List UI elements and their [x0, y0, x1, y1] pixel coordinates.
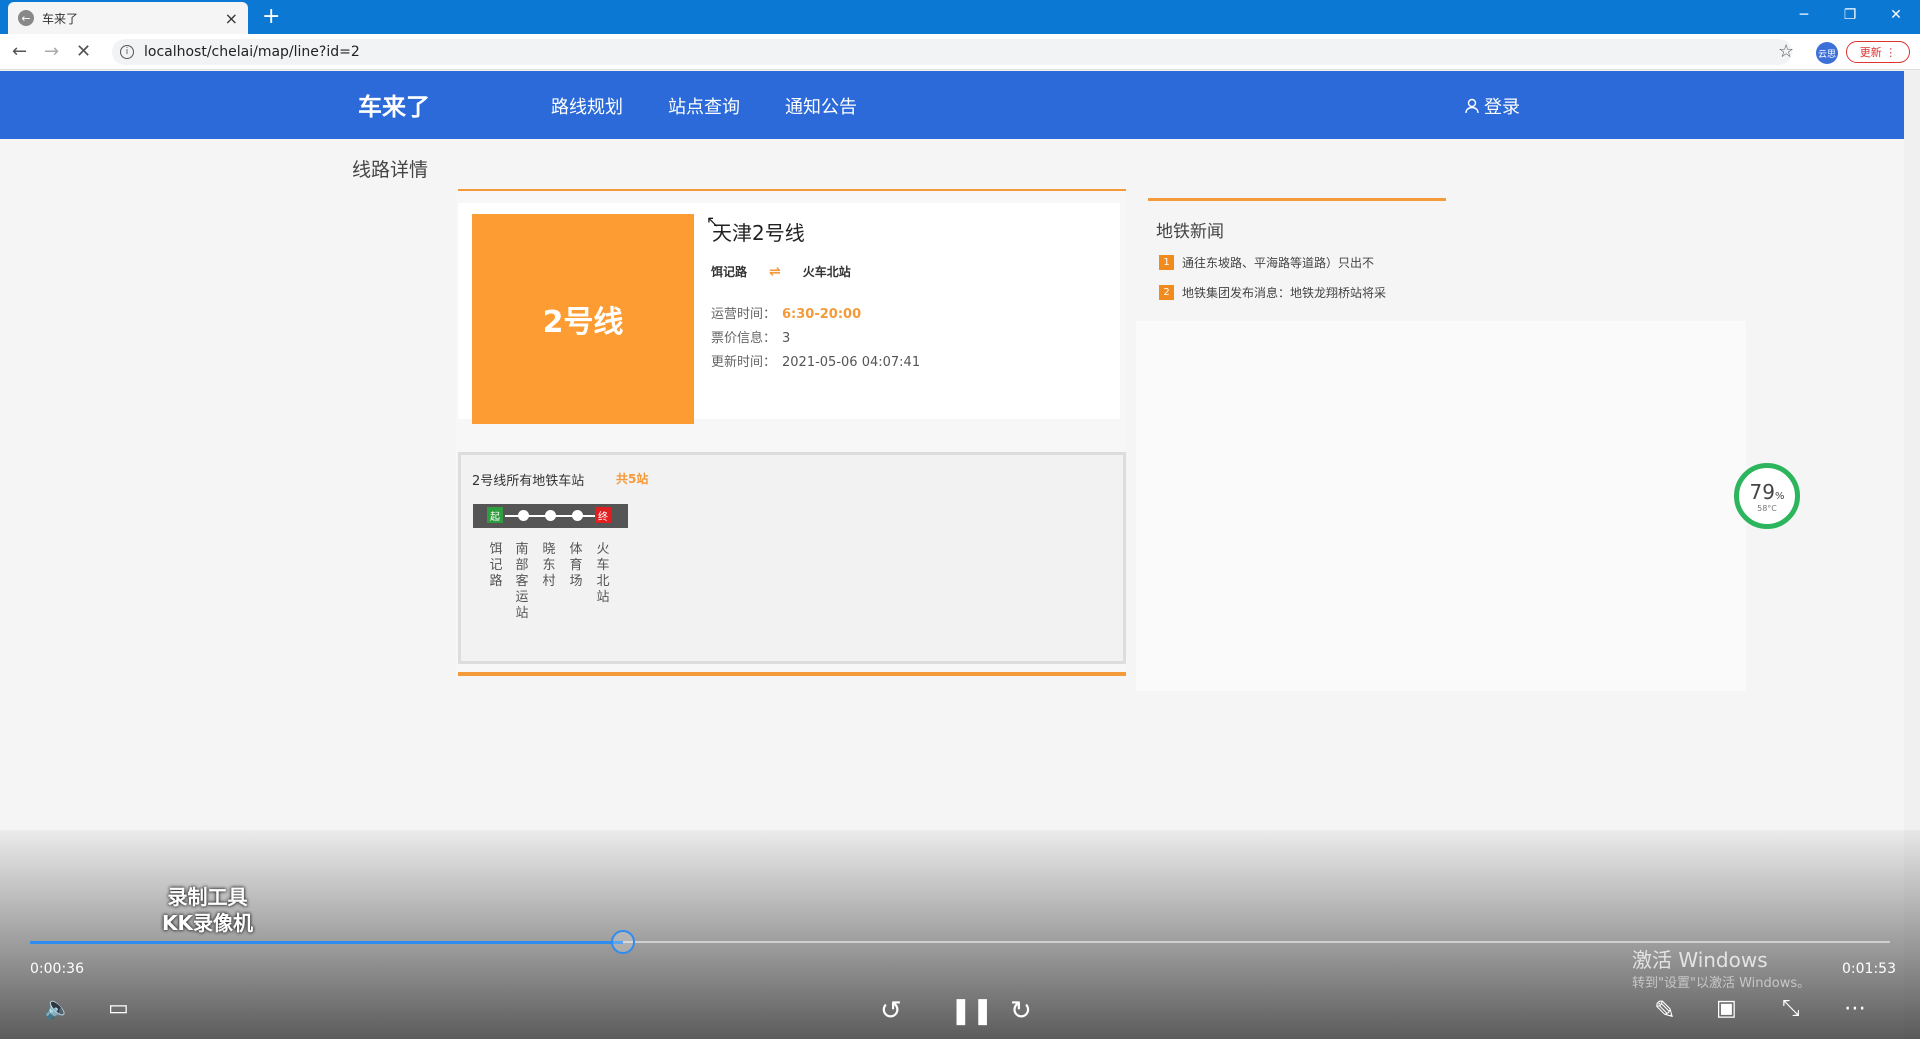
minimize-icon[interactable]: ─ — [1782, 0, 1826, 30]
window-close-icon[interactable]: ✕ — [1874, 0, 1918, 30]
stop-loading-icon[interactable]: ✕ — [76, 41, 91, 62]
more-options-icon[interactable]: ⋯ — [1844, 996, 1866, 1021]
fare-label: 票价信息： — [711, 331, 777, 346]
updated-label: 更新时间： — [711, 355, 777, 370]
browser-tab-bar: ← 车来了 × + ─ ❐ ✕ — [0, 0, 1920, 34]
news-item[interactable]: 2 地铁集团发布消息：地铁龙翔桥站将采 — [1159, 284, 1386, 301]
update-label: 更新 — [1859, 46, 1882, 59]
address-bar: ← → ✕ i localhost/chelai/map/line?id=2 ☆… — [0, 34, 1920, 70]
url-field[interactable]: i localhost/chelai/map/line?id=2 — [112, 39, 1792, 65]
total-time: 0:01:53 — [1842, 961, 1896, 977]
forward-arrow-icon[interactable]: → — [44, 41, 59, 62]
route-endpoints: 饵记路 ⇌ 火车北站 — [711, 263, 851, 280]
hours-value: 6:30-20:00 — [782, 307, 862, 322]
station-name[interactable]: 南部客运站 — [515, 542, 529, 622]
rewind-10-icon[interactable]: ↺ — [880, 996, 902, 1026]
page-title: 线路详情 — [352, 159, 429, 181]
exit-fullscreen-icon[interactable]: ⤡ — [1782, 996, 1800, 1021]
site-header: 车来了 路线规划 站点查询 通知公告 登录 — [0, 71, 1904, 139]
stations-count: 共5站 — [616, 472, 649, 486]
recorder-watermark: 录制工具 KK录像机 — [162, 885, 253, 935]
gauge-temperature: 58°C — [1757, 503, 1777, 513]
subtitles-icon[interactable]: ▭ — [108, 996, 129, 1021]
news-number: 1 — [1159, 255, 1174, 270]
updated-value: 2021-05-06 04:07:41 — [782, 355, 921, 370]
current-time: 0:00:36 — [30, 961, 84, 977]
divider — [458, 189, 1126, 191]
mini-view-icon[interactable]: ▣ — [1716, 996, 1737, 1021]
nav-station-search[interactable]: 站点查询 — [668, 93, 740, 119]
gauge-percent: 79% — [1749, 479, 1785, 504]
route-start: 饵记路 — [711, 265, 748, 279]
login-link[interactable]: 登录 — [1464, 93, 1520, 119]
user-icon — [1465, 98, 1479, 114]
mouse-cursor-icon: ↖ — [706, 212, 720, 231]
station-dot[interactable] — [572, 510, 583, 521]
station-dot[interactable] — [545, 510, 556, 521]
forward-30-icon[interactable]: ↻ — [1010, 996, 1032, 1026]
end-tag: 终 — [595, 507, 611, 523]
stations-heading: 2号线所有地铁车站 — [472, 474, 585, 489]
news-text: 地铁集团发布消息：地铁龙翔桥站将采 — [1182, 286, 1387, 300]
activate-windows-title: 激活 Windows — [1632, 948, 1768, 972]
login-label: 登录 — [1484, 97, 1520, 118]
start-tag: 起 — [487, 507, 503, 523]
nav-announcements[interactable]: 通知公告 — [785, 93, 857, 119]
url-text: localhost/chelai/map/line?id=2 — [144, 44, 360, 60]
station-name[interactable]: 体育场 — [569, 542, 583, 590]
updated-time: 更新时间： 2021-05-06 04:07:41 — [711, 351, 920, 370]
back-arrow-icon[interactable]: ← — [12, 41, 27, 62]
station-name[interactable]: 饵记路 — [489, 542, 503, 590]
cpu-gauge-widget[interactable]: 79% 58°C — [1734, 463, 1800, 529]
tab-loading-icon: ← — [18, 10, 34, 26]
station-dot[interactable] — [518, 510, 529, 521]
divider — [458, 672, 1126, 676]
fare-value: 3 — [782, 331, 791, 346]
news-title: 地铁新闻 — [1156, 222, 1224, 242]
two-way-arrow-icon: ⇌ — [769, 263, 781, 280]
tab-title: 车来了 — [42, 11, 79, 26]
new-tab-button[interactable]: + — [262, 4, 280, 30]
browser-tab[interactable]: ← 车来了 × — [8, 2, 248, 34]
nav-route-planning[interactable]: 路线规划 — [551, 93, 623, 119]
fare-info: 票价信息： 3 — [711, 327, 790, 346]
line-badge: 2号线 — [472, 214, 694, 424]
pause-icon[interactable]: ❚❚ — [950, 996, 994, 1026]
news-text: 通往东坡路、平海路等道路）只出不 — [1182, 256, 1375, 270]
route-end: 火车北站 — [802, 265, 851, 279]
edit-pencil-icon[interactable]: ✎ — [1654, 996, 1676, 1026]
station-name[interactable]: 火车北站 — [596, 542, 610, 606]
news-item[interactable]: 1 通往东坡路、平海路等道路）只出不 — [1159, 254, 1374, 271]
news-panel-bg — [1136, 321, 1746, 691]
hours-label: 运营时间： — [711, 307, 777, 322]
station-name[interactable]: 晓东村 — [542, 542, 556, 590]
bookmark-star-icon[interactable]: ☆ — [1778, 41, 1794, 62]
volume-icon[interactable]: 🔈 — [44, 996, 71, 1021]
news-number: 2 — [1159, 285, 1174, 300]
update-button[interactable]: 更新 ⋮ — [1846, 41, 1910, 63]
progress-fill — [30, 941, 624, 944]
site-info-icon[interactable]: i — [120, 45, 134, 59]
news-divider — [1148, 198, 1446, 201]
restore-icon[interactable]: ❐ — [1828, 0, 1872, 30]
tab-close-icon[interactable]: × — [225, 9, 238, 28]
site-logo[interactable]: 车来了 — [358, 87, 430, 122]
operating-hours: 运营时间： 6:30-20:00 — [711, 303, 861, 322]
line-title: 天津2号线 — [712, 221, 805, 245]
profile-avatar[interactable]: 云思 — [1816, 42, 1838, 64]
activate-windows-subtitle: 转到"设置"以激活 Windows。 — [1632, 976, 1811, 991]
